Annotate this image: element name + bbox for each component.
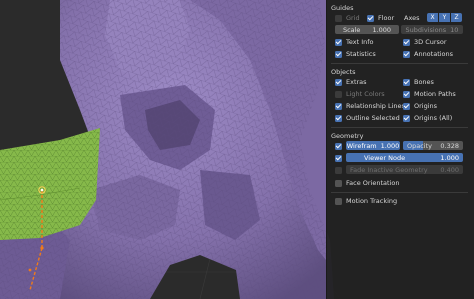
origins-label: Origins (414, 102, 438, 110)
objects-section-title: Objects (331, 68, 356, 76)
guides-row-scale: Scale 1.000 Subdivisions 10 (331, 25, 468, 35)
text-info-check-icon (335, 38, 342, 46)
geometry-row-fade-inactive: Fade Inactive Geometry 0.400 (331, 165, 468, 175)
annotations-label: Annotations (414, 50, 454, 58)
subdivisions-field[interactable]: Subdivisions 10 (401, 25, 463, 34)
statistics-check-icon (335, 50, 342, 58)
extras-checkbox[interactable]: Extras (335, 77, 367, 87)
geometry-row-face-orientation: Face Orientation (331, 178, 468, 188)
subdivisions-label: Subdivisions (405, 25, 447, 34)
objects-row-2: Light Colors Motion Paths (331, 89, 468, 99)
opacity-value: 0.328 (440, 141, 459, 150)
subdivisions-value: 10 (450, 25, 459, 34)
floor-check-icon (367, 14, 374, 22)
wireframe-label: Wirefram (346, 141, 377, 150)
face-orientation-label: Face Orientation (346, 179, 400, 187)
relationship-lines-checkbox[interactable]: Relationship Lines (335, 101, 405, 111)
objects-row-1: Extras Bones (331, 77, 468, 87)
opacity-label: Opacity (407, 141, 433, 150)
axis-z-toggle[interactable]: Z (451, 13, 462, 22)
fade-inactive-check-icon (335, 166, 342, 174)
motion-tracking-label: Motion Tracking (346, 197, 398, 205)
face-orientation-check-icon (335, 179, 342, 187)
objects-row-3: Relationship Lines Origins (331, 101, 468, 111)
grid-check-icon (335, 14, 342, 22)
motion-paths-checkbox[interactable]: Motion Paths (403, 89, 456, 99)
motion-paths-check-icon (403, 90, 410, 98)
viewer-node-field[interactable]: Viewer Node 1.000 (346, 153, 463, 162)
3d-cursor-checkbox[interactable]: 3D Cursor (403, 37, 447, 47)
motion-tracking-checkbox[interactable]: Motion Tracking (335, 196, 397, 206)
light-colors-check-icon (335, 90, 342, 98)
geometry-row-motion-tracking: Motion Tracking (331, 196, 468, 206)
floor-checkbox[interactable]: Floor (367, 13, 394, 23)
grid-checkbox[interactable]: Grid (335, 13, 360, 23)
geometry-row-wireframe: Wirefram 1.000 Opacity 0.328 (331, 141, 468, 151)
text-info-label: Text Info (346, 38, 374, 46)
extras-label: Extras (346, 78, 367, 86)
wireframe-field[interactable]: Wirefram 1.000 (346, 141, 400, 150)
relationship-lines-check-icon (335, 102, 342, 110)
statistics-checkbox[interactable]: Statistics (335, 49, 376, 59)
viewport-overlays-panel: Guides Grid Floor Axes X Y Z Scale 1.000… (326, 0, 474, 299)
scale-field[interactable]: Scale 1.000 (335, 25, 399, 34)
motion-tracking-check-icon (335, 197, 342, 205)
fade-inactive-label: Fade Inactive Geometry (350, 165, 428, 174)
bones-label: Bones (414, 78, 434, 86)
fade-inactive-field[interactable]: Fade Inactive Geometry 0.400 (346, 165, 463, 174)
fade-inactive-checkbox[interactable] (335, 165, 342, 175)
wireframe-checkbox[interactable] (335, 141, 342, 151)
motion-paths-label: Motion Paths (414, 90, 456, 98)
divider (331, 192, 468, 193)
annotations-check-icon (403, 50, 410, 58)
3d-cursor-label: 3D Cursor (414, 38, 447, 46)
wireframe-value: 1.000 (380, 141, 400, 150)
guides-row-statistics: Statistics Annotations (331, 49, 468, 59)
scale-value: 1.000 (372, 25, 392, 34)
origins-all-label: Origins (All) (414, 114, 453, 122)
opacity-slider[interactable]: Opacity 0.328 (403, 141, 463, 150)
guides-section-title: Guides (331, 4, 354, 12)
guides-row-grid-floor-axes: Grid Floor Axes X Y Z (331, 13, 468, 23)
floor-label: Floor (378, 14, 395, 22)
wireframe-check-icon (335, 142, 342, 150)
text-info-checkbox[interactable]: Text Info (335, 37, 374, 47)
face-orientation-checkbox[interactable]: Face Orientation (335, 178, 399, 188)
divider (331, 127, 468, 128)
fade-inactive-value: 0.400 (440, 165, 459, 174)
geometry-row-viewer-node: Viewer Node 1.000 (331, 153, 468, 163)
outline-selected-checkbox[interactable]: Outline Selected (335, 113, 400, 123)
origins-checkbox[interactable]: Origins (403, 101, 437, 111)
outline-selected-check-icon (335, 114, 342, 122)
origins-all-checkbox[interactable]: Origins (All) (403, 113, 452, 123)
objects-row-4: Outline Selected Origins (All) (331, 113, 468, 123)
axes-label: Axes (404, 14, 420, 22)
light-colors-checkbox[interactable]: Light Colors (335, 89, 385, 99)
viewer-node-value: 1.000 (440, 153, 459, 162)
statistics-label: Statistics (346, 50, 376, 58)
viewer-node-label: Viewer Node (364, 153, 406, 162)
viewer-node-checkbox[interactable] (335, 153, 342, 163)
grid-label: Grid (346, 14, 360, 22)
origins-check-icon (403, 102, 410, 110)
bones-checkbox[interactable]: Bones (403, 77, 434, 87)
extras-check-icon (335, 78, 342, 86)
axis-x-toggle[interactable]: X (427, 13, 438, 22)
scale-label: Scale (342, 25, 361, 34)
3d-cursor-check-icon (403, 38, 410, 46)
bones-check-icon (403, 78, 410, 86)
divider (331, 63, 468, 64)
guides-row-text-info: Text Info 3D Cursor (331, 37, 468, 47)
geometry-section-title: Geometry (331, 132, 364, 140)
light-colors-label: Light Colors (346, 90, 385, 98)
viewer-node-check-icon (335, 154, 342, 162)
origins-all-check-icon (403, 114, 410, 122)
outline-selected-label: Outline Selected (346, 114, 400, 122)
axis-y-toggle[interactable]: Y (439, 13, 450, 22)
annotations-checkbox[interactable]: Annotations (403, 49, 453, 59)
relationship-lines-label: Relationship Lines (346, 102, 405, 110)
